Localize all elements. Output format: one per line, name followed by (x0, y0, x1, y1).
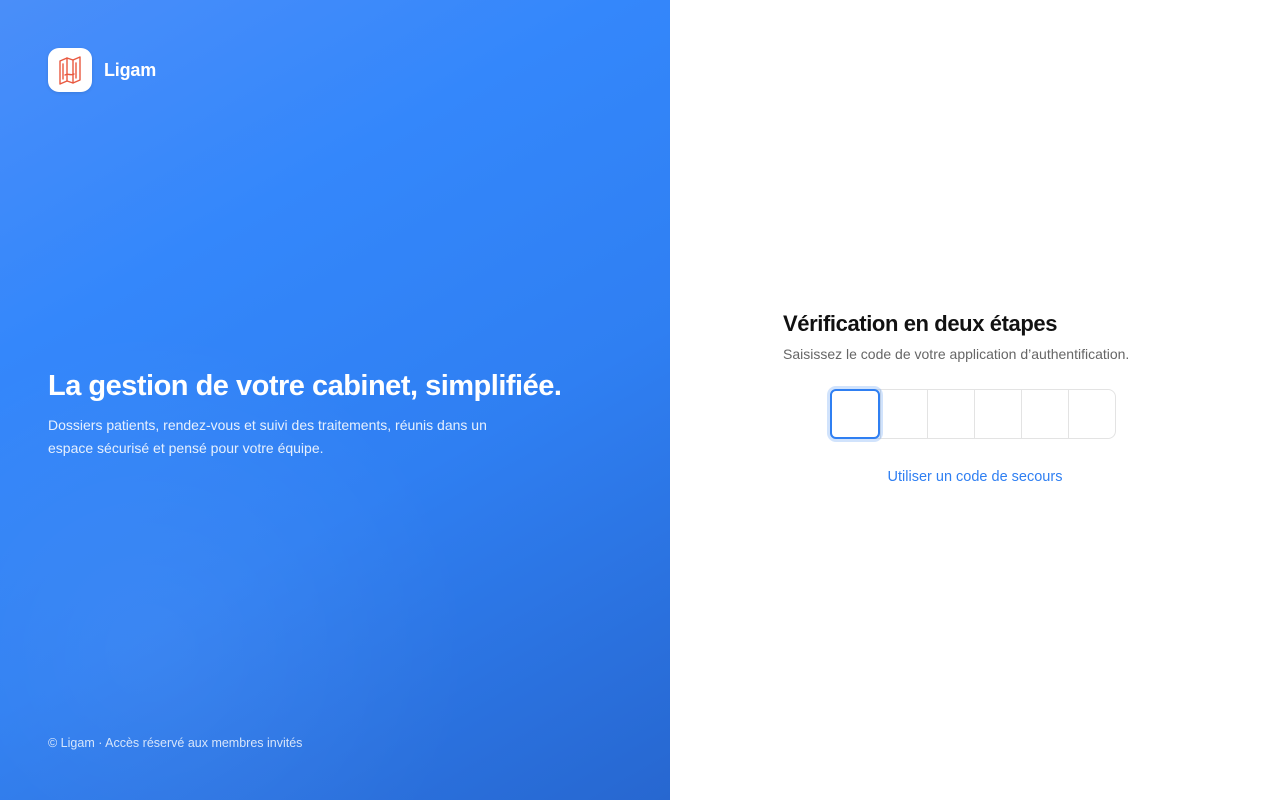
brand-name: Ligam (104, 59, 157, 80)
otp-digit-1[interactable] (830, 389, 880, 439)
brand: Ligam (48, 48, 156, 92)
use-backup-code-link[interactable]: Utiliser un code de secours (888, 469, 1063, 485)
ligam-logo-icon (48, 48, 92, 92)
otp-digit-4[interactable] (974, 390, 1021, 438)
backup-link-row: Utiliser un code de secours (670, 468, 1280, 486)
hero-title: La gestion de votre cabinet, simplifiée. (48, 370, 562, 402)
verification-title: Vérification en deux étapes (783, 311, 1058, 336)
otp-digit-5[interactable] (1021, 390, 1068, 438)
verification-header: Vérification en deux étapes Saisissez le… (783, 309, 1183, 363)
verification-panel: Vérification en deux étapes Saisissez le… (670, 0, 1280, 800)
footer-text: © Ligam · Accès réservé aux membres invi… (48, 736, 303, 750)
brand-panel: Ligam La gestion de votre cabinet, simpl… (0, 0, 670, 800)
hero-description: Dossiers patients, rendez-vous et suivi … (48, 417, 487, 456)
otp-digit-3[interactable] (927, 390, 974, 438)
otp-digit-2[interactable] (880, 390, 927, 438)
otp-code-input (830, 389, 1116, 439)
verification-subtitle: Saisissez le code de votre application d… (783, 346, 1130, 362)
hero: La gestion de votre cabinet, simplifiée.… (48, 368, 608, 460)
otp-digit-6[interactable] (1068, 390, 1115, 438)
